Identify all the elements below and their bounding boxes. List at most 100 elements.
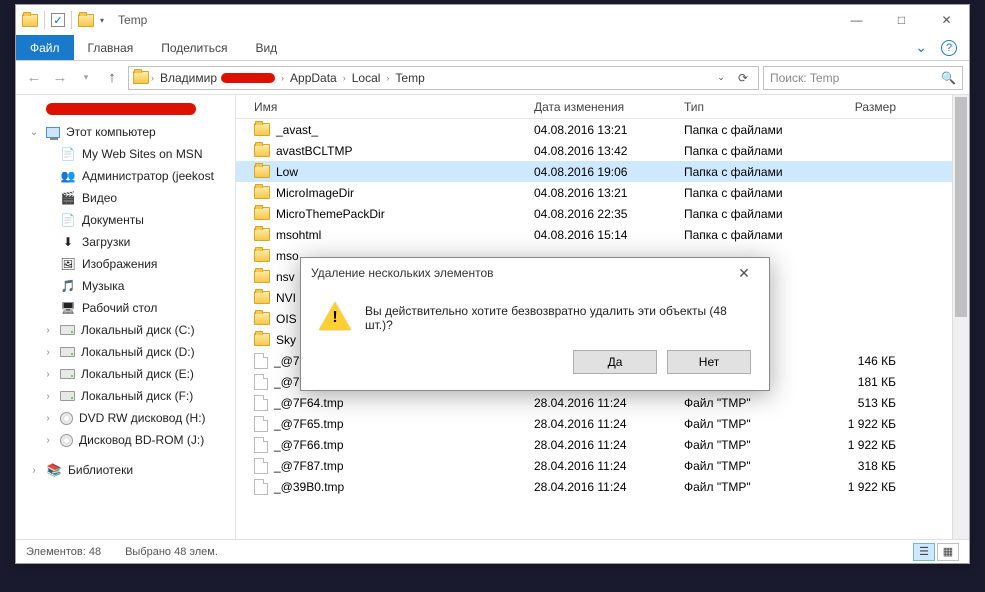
tree-label: Музыка xyxy=(82,279,124,293)
folder-icon: 🖼 xyxy=(60,256,76,272)
tree-label: Локальный диск (C:) xyxy=(81,323,195,337)
file-icon xyxy=(254,458,268,474)
search-input[interactable]: Поиск: Temp 🔍 xyxy=(763,66,963,90)
tree-item[interactable]: 🖥Рабочий стол xyxy=(16,297,235,319)
tree-item[interactable]: 📄My Web Sites on MSN xyxy=(16,143,235,165)
tree-item[interactable]: ›Локальный диск (E:) xyxy=(16,363,235,385)
file-row[interactable]: _@7F65.tmp28.04.2016 11:24Файл "TMP"1 92… xyxy=(236,413,969,434)
file-row[interactable]: _@7F64.tmp28.04.2016 11:24Файл "TMP"513 … xyxy=(236,392,969,413)
ribbon-help: ⌄ ? xyxy=(915,35,969,60)
qat-dropdown[interactable]: ▾ xyxy=(100,16,104,25)
file-date: 04.08.2016 13:21 xyxy=(526,123,676,137)
folder-icon: 📄 xyxy=(60,212,76,228)
back-button[interactable]: ← xyxy=(22,66,46,90)
col-type[interactable]: Тип xyxy=(676,100,816,114)
tree-item[interactable]: ›Дисковод BD-ROM (J:) xyxy=(16,429,235,451)
tree-item[interactable]: 👥Администратор (jeekost xyxy=(16,165,235,187)
minimize-button[interactable]: — xyxy=(834,5,879,35)
folder-icon xyxy=(254,270,270,283)
address-dropdown[interactable]: ⌄ xyxy=(710,71,732,85)
tree-item[interactable]: 🖼Изображения xyxy=(16,253,235,275)
file-type: Папка с файлами xyxy=(676,144,816,158)
folder-icon xyxy=(254,123,270,136)
folder-icon xyxy=(254,186,270,199)
tab-share[interactable]: Поделиться xyxy=(147,35,241,60)
properties-qat-button[interactable]: ✓ xyxy=(51,13,65,27)
col-name[interactable]: Имя xyxy=(236,100,526,114)
file-date: 04.08.2016 15:14 xyxy=(526,228,676,242)
file-date: 04.08.2016 13:42 xyxy=(526,144,676,158)
chevron-right-icon[interactable]: › xyxy=(281,73,284,83)
history-dropdown[interactable]: ▾ xyxy=(74,66,98,90)
tree-label: My Web Sites on MSN xyxy=(82,147,202,161)
tree-label: Администратор (jeekost xyxy=(82,169,214,183)
folder-icon xyxy=(133,71,149,84)
icons-view-button[interactable]: ▦ xyxy=(937,543,959,561)
status-item-count: Элементов: 48 xyxy=(26,546,101,558)
file-row[interactable]: _@39B0.tmp28.04.2016 11:24Файл "TMP"1 92… xyxy=(236,476,969,497)
up-button[interactable]: ↑ xyxy=(100,66,124,90)
file-row[interactable]: MicroThemePackDir04.08.2016 22:35Папка с… xyxy=(236,203,969,224)
tree-item[interactable]: 🎵Музыка xyxy=(16,275,235,297)
file-row[interactable]: Low04.08.2016 19:06Папка с файлами xyxy=(236,161,969,182)
vertical-scrollbar[interactable] xyxy=(952,95,969,539)
file-date: 28.04.2016 11:24 xyxy=(526,480,676,494)
file-row[interactable]: avastBCLTMP04.08.2016 13:42Папка с файла… xyxy=(236,140,969,161)
details-view-button[interactable]: ☰ xyxy=(913,543,935,561)
tree-item[interactable]: ›Локальный диск (C:) xyxy=(16,319,235,341)
close-button[interactable]: ✕ xyxy=(924,5,969,35)
refresh-button[interactable]: ⟳ xyxy=(732,71,754,85)
file-row[interactable]: msohtml04.08.2016 15:14Папка с файлами xyxy=(236,224,969,245)
file-size: 318 КБ xyxy=(816,459,916,473)
folder-icon: 🖥 xyxy=(60,300,76,316)
file-type: Файл "TMP" xyxy=(676,438,816,452)
maximize-button[interactable]: □ xyxy=(879,5,924,35)
file-icon xyxy=(254,437,268,453)
breadcrumb-user[interactable]: Владимир xyxy=(156,71,279,85)
tab-home[interactable]: Главная xyxy=(74,35,148,60)
breadcrumb-local[interactable]: Local xyxy=(348,71,385,85)
tree-item[interactable]: 🎬Видео xyxy=(16,187,235,209)
file-row[interactable]: _@7F66.tmp28.04.2016 11:24Файл "TMP"1 92… xyxy=(236,434,969,455)
tab-view[interactable]: Вид xyxy=(241,35,291,60)
no-button[interactable]: Нет xyxy=(667,350,751,374)
chevron-right-icon[interactable]: › xyxy=(386,73,389,83)
tree-label: Локальный диск (D:) xyxy=(81,345,195,359)
help-icon[interactable]: ? xyxy=(941,40,957,56)
tree-item[interactable]: ›Локальный диск (F:) xyxy=(16,385,235,407)
breadcrumb-temp[interactable]: Temp xyxy=(391,71,428,85)
tree-item[interactable]: ⬇Загрузки xyxy=(16,231,235,253)
file-row[interactable]: _@7F87.tmp28.04.2016 11:24Файл "TMP"318 … xyxy=(236,455,969,476)
file-row[interactable]: _avast_04.08.2016 13:21Папка с файлами xyxy=(236,119,969,140)
tree-item[interactable]: ›Локальный диск (D:) xyxy=(16,341,235,363)
dialog-close-button[interactable]: ✕ xyxy=(729,265,759,282)
col-date[interactable]: Дата изменения xyxy=(526,100,676,114)
address-bar[interactable]: › Владимир › AppData › Local › Temp ⌄ ⟳ xyxy=(128,66,759,90)
file-date: 04.08.2016 13:21 xyxy=(526,186,676,200)
dialog-body: ! Вы действительно хотите безвозвратно у… xyxy=(301,288,769,350)
status-selected-count: Выбрано 48 элем. xyxy=(125,546,218,558)
scrollbar-thumb[interactable] xyxy=(955,97,967,317)
tree-libraries[interactable]: ›📚Библиотеки xyxy=(16,459,235,481)
chevron-right-icon[interactable]: › xyxy=(343,73,346,83)
file-name: _@7F87.tmp xyxy=(274,459,344,473)
dialog-title: Удаление нескольких элементов xyxy=(311,266,494,280)
breadcrumb-appdata[interactable]: AppData xyxy=(286,71,341,85)
file-row[interactable]: MicroImageDir04.08.2016 13:21Папка с фай… xyxy=(236,182,969,203)
tree-item[interactable]: 📄 Документы xyxy=(16,209,235,231)
tree-label: Документы xyxy=(82,213,144,227)
tab-file[interactable]: Файл xyxy=(16,35,74,60)
ribbon-expand-icon[interactable]: ⌄ xyxy=(915,39,927,56)
dialog-message: Вы действительно хотите безвозвратно уда… xyxy=(365,302,751,332)
folder-icon: 🎬 xyxy=(60,190,76,206)
navigation-pane[interactable]: ⌄Этот компьютер 📄My Web Sites on MSN👥Адм… xyxy=(16,95,236,539)
chevron-right-icon[interactable]: › xyxy=(151,73,154,83)
tree-this-pc[interactable]: ⌄Этот компьютер xyxy=(16,121,235,143)
new-folder-qat-button[interactable] xyxy=(78,14,94,27)
file-date: 04.08.2016 22:35 xyxy=(526,207,676,221)
tree-item[interactable]: ›DVD RW дисковод (H:) xyxy=(16,407,235,429)
yes-button[interactable]: Да xyxy=(573,350,657,374)
search-placeholder: Поиск: Temp xyxy=(770,71,839,85)
forward-button[interactable]: → xyxy=(48,66,72,90)
col-size[interactable]: Размер xyxy=(816,100,916,114)
